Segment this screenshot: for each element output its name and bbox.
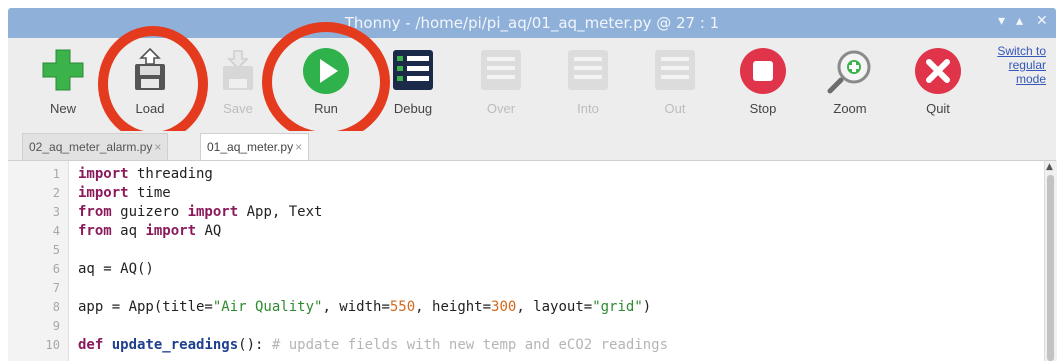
debug-icon: [393, 50, 433, 90]
tab-02-aq-meter-alarm[interactable]: 02_aq_meter_alarm.py ×: [22, 133, 169, 160]
line-number: 2: [52, 186, 60, 200]
switch-mode-line2: regular: [1008, 58, 1046, 72]
out-button[interactable]: Out: [635, 42, 715, 126]
code-line: import time: [78, 185, 171, 201]
into-button[interactable]: Into: [548, 42, 628, 126]
code-line: import threading: [78, 166, 213, 182]
code-line: def update_readings(): # update fields w…: [78, 337, 669, 353]
line-number-gutter: 1 2 3 4 5 6 7 8 9 10: [8, 161, 69, 361]
tab-close-icon[interactable]: ×: [154, 140, 161, 154]
zoom-label: Zoom: [833, 101, 867, 116]
step-into-icon: [568, 50, 608, 90]
window-titlebar: Thonny - /home/pi/pi_aq/01_aq_meter.py @…: [8, 8, 1056, 38]
over-label: Over: [486, 101, 516, 116]
quit-button[interactable]: Quit: [898, 42, 978, 126]
quit-label: Quit: [926, 101, 950, 116]
code-editor[interactable]: 1 2 3 4 5 6 7 8 9 10 import threading im…: [8, 161, 1044, 361]
load-icon: [135, 47, 165, 90]
line-number: 10: [45, 338, 60, 352]
load-button[interactable]: Load: [110, 42, 190, 126]
maximize-icon[interactable]: ▴: [1016, 13, 1023, 29]
stop-icon: [740, 48, 786, 94]
zoom-button[interactable]: Zoom: [810, 42, 890, 126]
switch-mode-link[interactable]: Switch to regular mode: [997, 44, 1046, 86]
into-label: Into: [577, 101, 599, 116]
new-button[interactable]: New: [23, 42, 103, 126]
window-title: Thonny - /home/pi/pi_aq/01_aq_meter.py @…: [344, 14, 720, 32]
line-number: 3: [52, 205, 60, 219]
line-number: 6: [52, 262, 60, 276]
step-over-icon: [481, 50, 521, 90]
run-button[interactable]: Run: [286, 42, 366, 126]
debug-button[interactable]: Debug: [373, 42, 453, 126]
debug-label: Debug: [393, 101, 433, 116]
toolbar: New Load Save Run Debug Over Into Out St…: [8, 38, 1056, 131]
tab-01-aq-meter[interactable]: 01_aq_meter.py ×: [200, 133, 310, 160]
line-number: 7: [52, 281, 60, 295]
quit-icon: [915, 48, 961, 94]
minimize-icon[interactable]: ▾: [998, 13, 1005, 29]
run-icon: [303, 48, 349, 94]
stop-button[interactable]: Stop: [723, 42, 803, 126]
editor-tabs: 02_aq_meter_alarm.py × 01_aq_meter.py ×: [8, 131, 1056, 161]
switch-mode-line1: Switch to: [997, 44, 1046, 58]
save-button[interactable]: Save: [198, 42, 278, 126]
editor-scrollbar[interactable]: ▲: [1044, 161, 1057, 361]
line-number: 9: [52, 319, 60, 333]
line-number: 5: [52, 243, 60, 257]
code-line: from aq import AQ: [78, 223, 222, 239]
new-icon: [42, 49, 84, 91]
code-line: app = App(title="Air Quality", width=550…: [78, 299, 652, 315]
code-line: from guizero import App, Text: [78, 204, 323, 220]
close-icon[interactable]: ✕: [1036, 13, 1048, 29]
save-label: Save: [223, 101, 253, 116]
scrollbar-thumb[interactable]: [1047, 175, 1054, 361]
switch-mode-line3: mode: [1015, 72, 1046, 86]
out-label: Out: [664, 101, 686, 116]
zoom-icon: [827, 50, 871, 94]
stop-label: Stop: [749, 101, 777, 116]
scroll-up-icon[interactable]: ▲: [1046, 162, 1053, 172]
save-icon: [223, 50, 253, 90]
new-label: New: [49, 101, 76, 116]
code-line: aq = AQ(): [78, 261, 154, 277]
tab-close-icon[interactable]: ×: [295, 140, 302, 154]
over-button[interactable]: Over: [461, 42, 541, 126]
step-out-icon: [655, 50, 695, 90]
line-number: 1: [52, 167, 60, 181]
tab-label: 02_aq_meter_alarm.py: [29, 140, 153, 154]
tab-label: 01_aq_meter.py: [207, 140, 294, 154]
run-label: Run: [314, 101, 338, 116]
load-label: Load: [135, 101, 165, 116]
line-number: 4: [52, 224, 60, 238]
line-number: 8: [52, 300, 60, 314]
